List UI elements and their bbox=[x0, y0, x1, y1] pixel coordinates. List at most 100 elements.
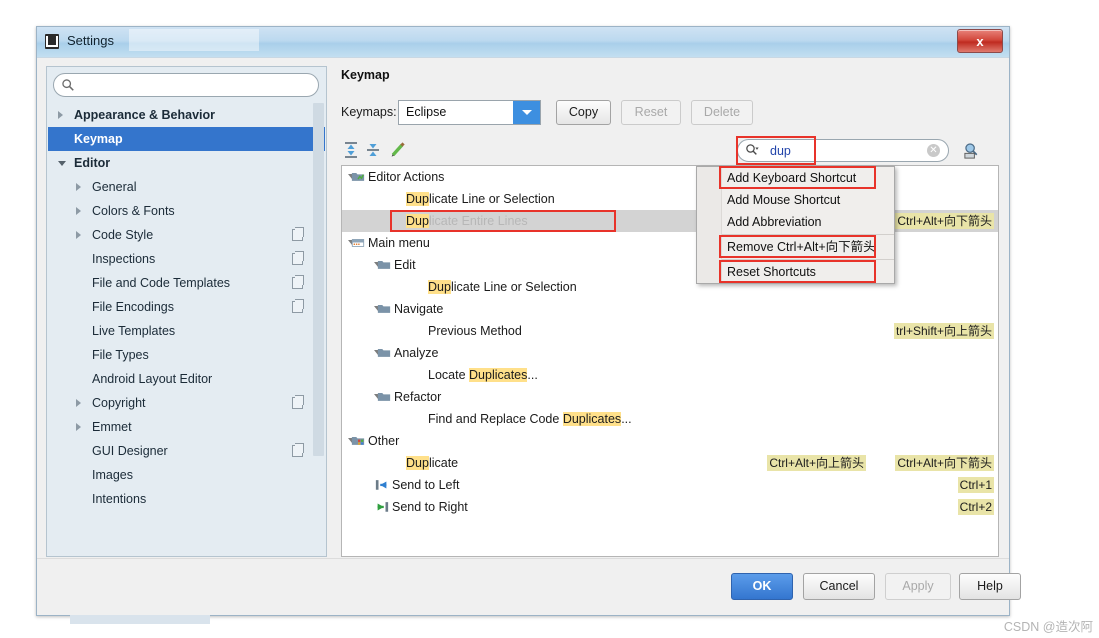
sidebar-item-colors-fonts[interactable]: Colors & Fonts bbox=[48, 199, 325, 223]
watermark: CSDN @造次阿 bbox=[1003, 620, 1093, 634]
tree-row[interactable]: Refactor bbox=[342, 386, 998, 408]
expand-all-icon[interactable] bbox=[341, 140, 361, 160]
title-smudge bbox=[129, 29, 259, 51]
cancel-button[interactable]: Cancel bbox=[803, 573, 875, 600]
other-icon bbox=[351, 437, 365, 445]
sidebar-item-list: Appearance & Behavior Keymap Editor General… bbox=[48, 103, 325, 555]
sidebar-item-file-encodings[interactable]: File Encodings bbox=[48, 295, 325, 319]
sidebar-item-label: Android Layout Editor bbox=[92, 372, 213, 386]
sidebar-item-code-style[interactable]: Code Style bbox=[48, 223, 325, 247]
sidebar-item-gui-designer[interactable]: GUI Designer bbox=[48, 439, 325, 463]
search-match: Duplicates bbox=[562, 412, 622, 426]
tree-row[interactable]: Main menu bbox=[342, 232, 998, 254]
sidebar-item-label: Editor bbox=[74, 156, 111, 170]
close-icon[interactable]: x bbox=[957, 29, 1003, 53]
tree-row[interactable]: Find and Replace Code Duplicates... bbox=[342, 408, 998, 430]
filter-input[interactable] bbox=[737, 139, 949, 162]
chevron-down-icon[interactable] bbox=[58, 161, 66, 166]
copy-settings-icon[interactable] bbox=[292, 443, 304, 457]
search-match: Dup bbox=[406, 456, 429, 470]
sidebar-item-images[interactable]: Images bbox=[48, 463, 325, 487]
sidebar-item-file-types[interactable]: File Types bbox=[48, 343, 325, 367]
tree-row-label: Duplicate Entire Lines bbox=[406, 214, 528, 228]
sidebar-item-label: File and Code Templates bbox=[92, 276, 231, 290]
edit-pencil-icon[interactable] bbox=[388, 140, 408, 160]
folder-icon bbox=[377, 305, 391, 313]
tree-row[interactable]: Send to Left Ctrl+1 bbox=[342, 474, 998, 496]
editor-actions-icon bbox=[351, 173, 365, 181]
sidebar-item-label: Emmet bbox=[92, 420, 132, 434]
annotation-box-menu-item bbox=[719, 166, 876, 189]
search-input[interactable] bbox=[53, 73, 319, 97]
tree-row[interactable]: Duplicate Entire Lines Ctrl+Alt+向下箭头 bbox=[342, 210, 998, 232]
tree-row-label: Locate Duplicates... bbox=[428, 368, 538, 382]
find-by-shortcut-icon[interactable] bbox=[962, 141, 982, 160]
tree-row[interactable]: Previous Method trl+Shift+向上箭头 bbox=[342, 320, 998, 342]
sidebar-item-label: Keymap bbox=[74, 132, 123, 146]
ok-button[interactable]: OK bbox=[731, 573, 793, 600]
shortcut-badge: Ctrl+Alt+向下箭头 bbox=[895, 455, 994, 471]
sidebar-item-inspections[interactable]: Inspections bbox=[48, 247, 325, 271]
collapse-all-icon[interactable] bbox=[363, 140, 383, 160]
chevron-right-icon[interactable] bbox=[76, 423, 81, 431]
shortcut-tree: Editor Actions Duplicate Line or Selectio… bbox=[341, 165, 999, 557]
copy-settings-icon[interactable] bbox=[292, 275, 304, 289]
screenshot-root: Settings x Appearance & Behavior Keymap Ed… bbox=[0, 0, 1099, 638]
sidebar-item-copyright[interactable]: Copyright bbox=[48, 391, 325, 415]
sidebar-item-general[interactable]: General bbox=[48, 175, 325, 199]
search-match: Dup bbox=[406, 192, 429, 206]
sidebar-item-android-layout-editor[interactable]: Android Layout Editor bbox=[48, 367, 325, 391]
clear-icon[interactable]: ✕ bbox=[927, 144, 940, 157]
menu-item-add-abbreviation[interactable]: Add Abbreviation bbox=[697, 211, 894, 233]
taskbar-strip bbox=[70, 615, 210, 624]
menu-item-remove-ctrl-alt[interactable]: Remove Ctrl+Alt+向下箭头 bbox=[697, 235, 894, 258]
tree-row[interactable]: Navigate bbox=[342, 298, 998, 320]
tree-row[interactable]: Other bbox=[342, 430, 998, 452]
menu-item-add-mouse-shortcut[interactable]: Add Mouse Shortcut bbox=[697, 189, 894, 211]
sidebar-item-label: General bbox=[92, 180, 137, 194]
delete-button: Delete bbox=[691, 100, 753, 125]
keymap-pane: Keymap Keymaps: Eclipse Copy Reset Delet… bbox=[333, 66, 1000, 557]
keymap-select-value: Eclipse bbox=[406, 105, 447, 119]
copy-button[interactable]: Copy bbox=[556, 100, 611, 125]
tree-row[interactable]: Duplicate Line or Selection bbox=[342, 276, 998, 298]
tree-row[interactable]: Send to Right Ctrl+2 bbox=[342, 496, 998, 518]
sidebar-item-file-and-code-templates[interactable]: File and Code Templates bbox=[48, 271, 325, 295]
chevron-right-icon[interactable] bbox=[76, 207, 81, 215]
copy-settings-icon[interactable] bbox=[292, 299, 304, 313]
keymap-select[interactable]: Eclipse bbox=[398, 100, 541, 125]
chevron-right-icon[interactable] bbox=[76, 399, 81, 407]
sidebar-item-live-templates[interactable]: Live Templates bbox=[48, 319, 325, 343]
help-button[interactable]: Help bbox=[959, 573, 1021, 600]
tree-row[interactable]: Duplicate Ctrl+Alt+向下箭头 Ctrl+Alt+向上箭头 bbox=[342, 452, 998, 474]
sidebar-item-label: Inspections bbox=[92, 252, 156, 266]
sidebar-item-label: Colors & Fonts bbox=[92, 204, 175, 218]
tree-row[interactable]: Locate Duplicates... bbox=[342, 364, 998, 386]
chevron-right-icon[interactable] bbox=[58, 111, 63, 119]
sidebar-item-label: Intentions bbox=[92, 492, 147, 506]
reset-button: Reset bbox=[621, 100, 681, 125]
chevron-right-icon[interactable] bbox=[76, 183, 81, 191]
copy-settings-icon[interactable] bbox=[292, 227, 304, 241]
sidebar-item-label: Copyright bbox=[92, 396, 146, 410]
tree-row-label: Duplicate bbox=[406, 456, 459, 470]
sidebar-scrollbar[interactable] bbox=[313, 103, 324, 456]
tree-row[interactable]: Analyze bbox=[342, 342, 998, 364]
chevron-right-icon[interactable] bbox=[76, 231, 81, 239]
sidebar-item-appearance-behavior[interactable]: Appearance & Behavior bbox=[48, 103, 325, 127]
annotation-box-menu-item bbox=[719, 235, 876, 258]
sidebar-item-emmet[interactable]: Emmet bbox=[48, 415, 325, 439]
tree-row-label: Find and Replace Code Duplicates... bbox=[428, 412, 632, 426]
sidebar-item-intentions[interactable]: Intentions bbox=[48, 487, 325, 511]
menu-item-add-keyboard-shortcut[interactable]: Add Keyboard Shortcut bbox=[697, 166, 894, 189]
tree-row[interactable]: Editor Actions bbox=[342, 166, 998, 188]
copy-settings-icon[interactable] bbox=[292, 251, 304, 265]
tree-row-label: Other bbox=[368, 434, 400, 448]
tree-row[interactable]: Duplicate Line or Selection bbox=[342, 188, 998, 210]
menu-item-reset-shortcuts[interactable]: Reset Shortcuts bbox=[697, 260, 894, 283]
sidebar-item-keymap[interactable]: Keymap bbox=[48, 127, 325, 151]
copy-settings-icon[interactable] bbox=[292, 395, 304, 409]
chevron-down-icon[interactable] bbox=[513, 101, 540, 124]
tree-row[interactable]: Edit bbox=[342, 254, 998, 276]
sidebar-item-editor[interactable]: Editor bbox=[48, 151, 325, 175]
